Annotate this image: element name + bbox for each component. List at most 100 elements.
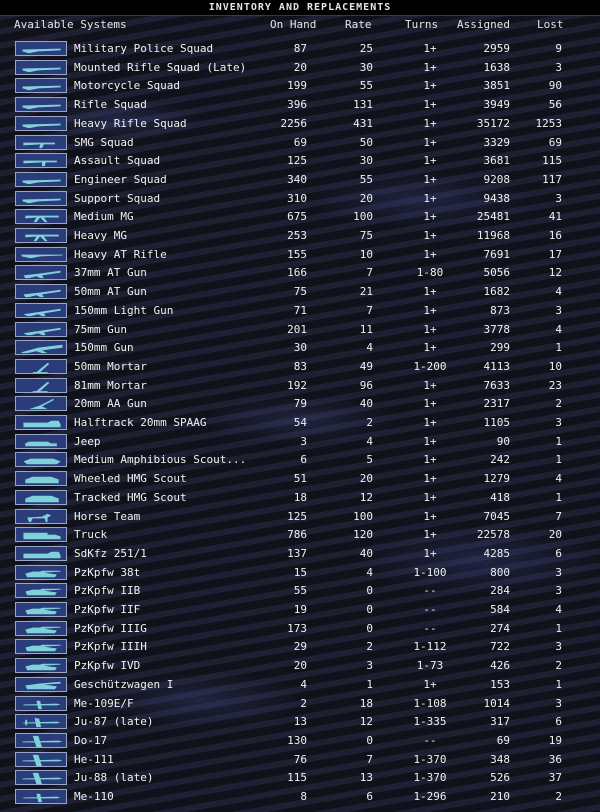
- table-row[interactable]: 150mm Gun 30 4 1+ 299 1: [0, 339, 600, 357]
- table-row[interactable]: Horse Team 125 100 1+ 7045 7: [0, 508, 600, 526]
- tank-icon[interactable]: [15, 620, 67, 636]
- table-row[interactable]: Halftrack 20mm SPAAG 54 2 1+ 1105 3: [0, 414, 600, 432]
- assigned-value: 317: [490, 715, 510, 729]
- field-gun-icon[interactable]: [15, 321, 67, 337]
- table-row[interactable]: Heavy MG 253 75 1+ 11968 16: [0, 227, 600, 245]
- dive-bomber-icon[interactable]: [15, 714, 67, 730]
- bomber-plane-icon[interactable]: [15, 732, 67, 748]
- rifle-icon[interactable]: [15, 59, 67, 75]
- tank-icon[interactable]: [15, 583, 67, 599]
- header-assigned[interactable]: Assigned: [457, 17, 510, 32]
- table-row[interactable]: Tracked HMG Scout 18 12 1+ 418 1: [0, 489, 600, 507]
- table-row[interactable]: Mounted Rifle Squad (Late) 20 30 1+ 1638 3: [0, 59, 600, 77]
- table-row[interactable]: Truck 786 120 1+ 22578 20: [0, 526, 600, 544]
- table-row[interactable]: Medium Amphibious Scout... 6 5 1+ 242 1: [0, 451, 600, 469]
- table-row[interactable]: 37mm AT Gun 166 7 1-80 5056 12: [0, 264, 600, 282]
- lost-value: 36: [548, 752, 562, 766]
- table-row[interactable]: PzKpfw IVD 20 3 1-73 426 2: [0, 657, 600, 675]
- table-row[interactable]: Ju-88 (late) 115 13 1-370 526 37: [0, 769, 600, 787]
- fighter-plane-icon[interactable]: [15, 695, 67, 711]
- mortar-icon[interactable]: [15, 358, 67, 374]
- rifle-icon[interactable]: [15, 190, 67, 206]
- table-row[interactable]: Jeep 3 4 1+ 90 1: [0, 433, 600, 451]
- table-row[interactable]: PzKpfw IIF 19 0 -- 584 4: [0, 601, 600, 619]
- table-row[interactable]: PzKpfw IIIG 173 0 -- 274 1: [0, 620, 600, 638]
- assigned-value: 9438: [483, 191, 511, 205]
- at-gun-icon[interactable]: [15, 284, 67, 300]
- table-row[interactable]: 75mm Gun 201 11 1+ 3778 4: [0, 321, 600, 339]
- aa-gun-icon[interactable]: [15, 396, 67, 412]
- tank-icon[interactable]: [15, 602, 67, 617]
- truck-icon[interactable]: [15, 527, 67, 543]
- rifle-icon[interactable]: [15, 78, 67, 94]
- table-row[interactable]: PzKpfw IIB 55 0 -- 284 3: [0, 582, 600, 600]
- table-row[interactable]: Me-110 8 6 1-296 210 2: [0, 788, 600, 806]
- tank-icon[interactable]: [15, 564, 67, 580]
- header-turns[interactable]: Turns: [405, 17, 438, 32]
- rifle-icon[interactable]: [15, 171, 67, 187]
- at-rifle-icon[interactable]: [15, 246, 67, 262]
- machine-gun-icon[interactable]: [15, 228, 67, 243]
- table-row[interactable]: 20mm AA Gun 79 40 1+ 2317 2: [0, 395, 600, 413]
- jeep-icon[interactable]: [15, 433, 67, 449]
- turns-value: --: [423, 621, 437, 635]
- header-lost[interactable]: Lost: [537, 17, 564, 32]
- smg-icon[interactable]: [15, 134, 67, 150]
- mortar-icon[interactable]: [15, 377, 67, 393]
- table-row[interactable]: 50mm AT Gun 75 21 1+ 1682 4: [0, 283, 600, 301]
- header-on-hand[interactable]: On Hand: [270, 17, 316, 32]
- table-row[interactable]: Wheeled HMG Scout 51 20 1+ 1279 4: [0, 470, 600, 488]
- table-row[interactable]: SdKfz 251/1 137 40 1+ 4285 6: [0, 545, 600, 563]
- halftrack-icon[interactable]: [15, 545, 67, 561]
- header-rate[interactable]: Rate: [345, 17, 372, 32]
- machine-gun-icon[interactable]: [15, 209, 67, 225]
- table-row[interactable]: Ju-87 (late) 13 12 1-335 317 6: [0, 713, 600, 731]
- table-row[interactable]: Assault Squad 125 30 1+ 3681 115: [0, 152, 600, 170]
- self-propelled-gun-icon[interactable]: [15, 676, 67, 692]
- heavy-gun-icon[interactable]: [15, 340, 67, 356]
- bomber-plane-icon[interactable]: [15, 770, 67, 786]
- assigned-value: 3949: [483, 98, 511, 112]
- table-row[interactable]: Medium MG 675 100 1+ 25481 41: [0, 208, 600, 226]
- rifle-icon[interactable]: [15, 41, 67, 56]
- system-name: Assault Squad: [74, 154, 161, 168]
- table-row[interactable]: Engineer Squad 340 55 1+ 9208 117: [0, 171, 600, 189]
- tank-icon[interactable]: [15, 639, 67, 655]
- amphibious-vehicle-icon[interactable]: [15, 452, 67, 468]
- table-row[interactable]: Rifle Squad 396 131 1+ 3949 56: [0, 96, 600, 114]
- table-row[interactable]: 150mm Light Gun 71 7 1+ 873 3: [0, 302, 600, 320]
- at-gun-icon[interactable]: [15, 265, 67, 281]
- assault-rifle-icon[interactable]: [15, 153, 67, 169]
- rate-value: 96: [359, 378, 373, 392]
- table-row[interactable]: PzKpfw 38t 15 4 1-100 800 3: [0, 564, 600, 582]
- header-available-systems[interactable]: Available Systems: [14, 17, 127, 32]
- table-row[interactable]: He-111 76 7 1-370 348 36: [0, 751, 600, 769]
- scout-car-icon[interactable]: [15, 471, 67, 487]
- scout-car-icon[interactable]: [15, 489, 67, 505]
- rifle-icon[interactable]: [15, 97, 67, 113]
- tank-icon[interactable]: [15, 658, 67, 674]
- table-row[interactable]: PzKpfw IIIH 29 2 1-112 722 3: [0, 638, 600, 656]
- field-gun-icon[interactable]: [15, 302, 67, 318]
- lost-value: 19: [548, 733, 562, 747]
- fighter-plane-icon[interactable]: [15, 789, 67, 804]
- table-row[interactable]: Heavy AT Rifle 155 10 1+ 7691 17: [0, 246, 600, 264]
- rate-value: 100: [353, 210, 373, 224]
- table-row[interactable]: Me-109E/F 2 18 1-108 1014 3: [0, 695, 600, 713]
- bomber-plane-icon[interactable]: [15, 751, 67, 767]
- table-row[interactable]: 81mm Mortar 192 96 1+ 7633 23: [0, 377, 600, 395]
- halftrack-icon[interactable]: [15, 415, 67, 430]
- table-row[interactable]: Heavy Rifle Squad 2256 431 1+ 35172 1253: [0, 115, 600, 133]
- table-row[interactable]: Do-17 130 0 -- 69 19: [0, 732, 600, 750]
- table-row[interactable]: Support Squad 310 20 1+ 9438 3: [0, 190, 600, 208]
- assigned-value: 1638: [483, 60, 511, 74]
- rate-value: 20: [359, 191, 373, 205]
- horse-icon[interactable]: [15, 508, 67, 524]
- table-row[interactable]: SMG Squad 69 50 1+ 3329 69: [0, 134, 600, 152]
- table-row[interactable]: Geschützwagen I 4 1 1+ 153 1: [0, 676, 600, 694]
- rifle-icon[interactable]: [15, 115, 67, 131]
- turns-value: 1-370: [413, 752, 447, 766]
- table-row[interactable]: 50mm Mortar 83 49 1-200 4113 10: [0, 358, 600, 376]
- table-row[interactable]: Military Police Squad 87 25 1+ 2959 9: [0, 40, 600, 58]
- table-row[interactable]: Motorcycle Squad 199 55 1+ 3851 90: [0, 77, 600, 95]
